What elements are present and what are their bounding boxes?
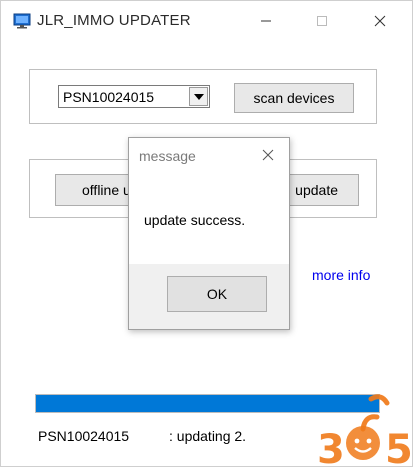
dropdown-arrow-icon[interactable]	[189, 87, 208, 106]
window-title: JLR_IMMO UPDATER	[37, 12, 191, 29]
more-info-link[interactable]: more info	[312, 267, 370, 283]
device-select-value: PSN10024015	[63, 89, 155, 105]
app-monitor-icon	[13, 13, 31, 29]
close-icon	[374, 15, 386, 27]
app-window: JLR_IMMO UPDATER PSN10024015 scan device…	[0, 0, 413, 467]
title-bar: JLR_IMMO UPDATER	[1, 1, 412, 41]
status-device-id: PSN10024015	[38, 428, 130, 444]
close-icon	[262, 149, 274, 161]
status-message: : updating 2.	[169, 428, 247, 444]
maximize-icon	[317, 16, 327, 26]
minimize-icon	[261, 20, 271, 22]
close-button[interactable]	[367, 9, 393, 33]
device-select[interactable]: PSN10024015	[58, 85, 210, 108]
watermark-logo: 3 5	[315, 393, 413, 467]
message-dialog: message update success. OK	[128, 137, 290, 330]
ok-button[interactable]: OK	[167, 276, 267, 312]
dialog-close-button[interactable]	[259, 146, 277, 164]
dialog-title: message	[139, 148, 196, 164]
svg-text:5: 5	[385, 427, 413, 467]
scan-devices-button[interactable]: scan devices	[234, 83, 354, 113]
svg-text:3: 3	[317, 427, 345, 467]
minimize-button[interactable]	[253, 9, 279, 33]
dialog-message: update success.	[144, 212, 246, 228]
maximize-button[interactable]	[309, 9, 335, 33]
